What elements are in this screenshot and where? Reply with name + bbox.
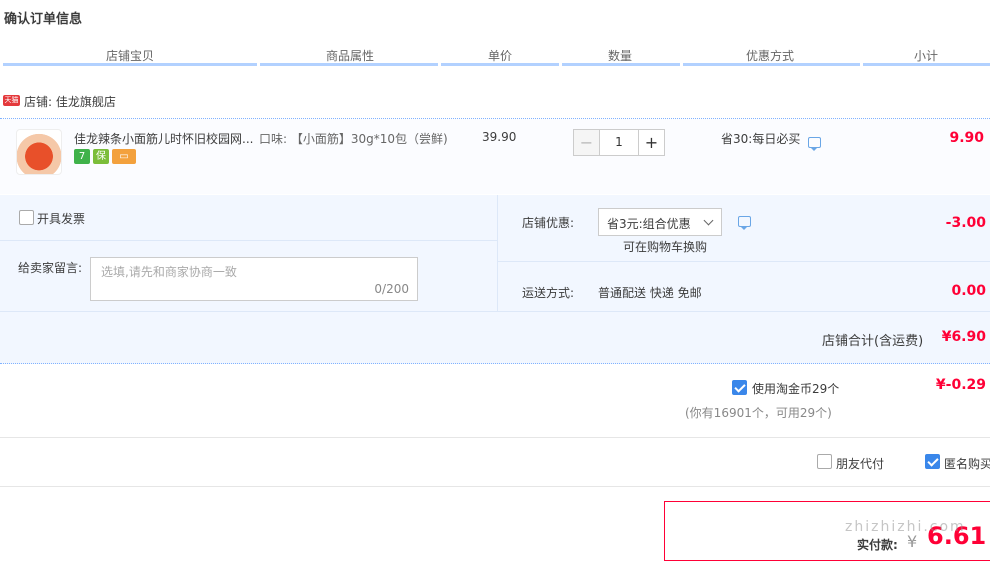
guarantee-icon[interactable]: 保	[93, 149, 109, 164]
credit-card-icon[interactable]: ▭	[112, 149, 136, 164]
taojinbi-amount: ¥-0.29	[935, 377, 986, 393]
taojinbi-note: (你有16901个，可用29个)	[685, 406, 832, 420]
invoice-checkbox[interactable]	[19, 210, 34, 225]
quantity-decrease-button[interactable]: −	[573, 129, 600, 156]
taojinbi-label: 使用淘金币29个	[752, 382, 840, 396]
message-placeholder: 选填,请先和商家协商一致	[101, 265, 237, 279]
seller-message-input[interactable]: 选填,请先和商家协商一致 0/200	[90, 257, 418, 301]
shop-name[interactable]: 店铺: 佳龙旗舰店	[24, 93, 116, 110]
unit-price: 39.90	[482, 130, 517, 144]
shipping-label: 运送方式:	[522, 286, 575, 300]
shop-total-row: 店铺合计(含运费) ¥6.90	[0, 312, 990, 364]
order-item: 佳龙辣条小面筋儿时怀旧校园网... 7 保 ▭ 口味: 【小面筋】30g*10包…	[0, 119, 990, 194]
shipping-amount: 0.00	[951, 283, 986, 299]
shipping-method: 普通配送 快递 免邮	[598, 286, 702, 300]
column-header-subtotal: 小计	[913, 49, 938, 63]
column-header-quantity: 数量	[607, 49, 632, 63]
product-property: 口味: 【小面筋】30g*10包（尝鲜)	[259, 132, 448, 146]
shop-total-label: 店铺合计(含运费)	[822, 334, 924, 349]
seven-day-return-icon[interactable]: 7	[74, 149, 90, 164]
message-counter: 0/200	[374, 282, 409, 296]
anonymous-label: 匿名购买	[944, 457, 990, 471]
quantity-stepper: − 1 +	[573, 129, 665, 156]
column-header-discount: 优惠方式	[745, 49, 794, 63]
shop-discount-hint[interactable]: 可在购物车换购	[623, 238, 707, 255]
shop-discount-label: 店铺优惠:	[522, 216, 575, 230]
tmall-icon: 天猫	[3, 95, 20, 106]
chevron-down-icon	[703, 215, 714, 226]
discount-info-icon[interactable]	[738, 216, 751, 230]
shop-discount-select[interactable]: 省3元:组合优惠	[598, 208, 722, 236]
message-label: 给卖家留言:	[18, 261, 83, 275]
quantity-increase-button[interactable]: +	[638, 129, 665, 156]
payment-label: 实付款:	[857, 538, 898, 552]
friend-pay-checkbox[interactable]	[817, 454, 832, 469]
column-header-property: 商品属性	[325, 49, 374, 63]
shop-row: 天猫 店铺: 佳龙旗舰店	[0, 90, 990, 116]
product-thumbnail[interactable]	[16, 129, 62, 175]
shop-discount-selected: 省3元:组合优惠	[607, 217, 691, 231]
friend-pay-label: 朋友代付	[836, 457, 885, 471]
column-header: 店铺宝贝 商品属性 单价 数量 优惠方式 小计	[0, 44, 990, 66]
shop-total-amount: ¥6.90	[941, 329, 986, 345]
product-title[interactable]: 佳龙辣条小面筋儿时怀旧校园网...	[74, 130, 256, 147]
service-badges: 7 保 ▭	[74, 149, 136, 164]
order-details: 开具发票 给卖家留言: 选填,请先和商家协商一致 0/200 店铺优惠: 省3元…	[0, 195, 990, 311]
quantity-input[interactable]: 1	[600, 129, 638, 156]
anonymous-checkbox[interactable]	[925, 454, 940, 469]
taojinbi-checkbox[interactable]	[732, 380, 747, 395]
page-title: 确认订单信息	[4, 12, 83, 27]
watermark: zhizhizhi.com	[845, 519, 966, 535]
column-header-price: 单价	[487, 49, 512, 63]
promotion-label: 省30:每日必买	[721, 132, 801, 146]
item-subtotal: 9.90	[949, 130, 984, 146]
shop-discount-amount: -3.00	[945, 215, 986, 231]
invoice-label: 开具发票	[37, 212, 86, 226]
promo-info-icon[interactable]	[808, 137, 821, 151]
column-header-item: 店铺宝贝	[105, 49, 154, 63]
